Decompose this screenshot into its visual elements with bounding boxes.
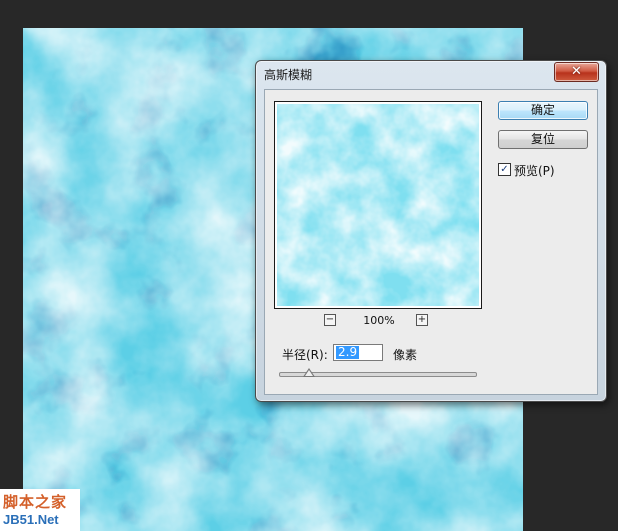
slider-thumb-highlight bbox=[305, 370, 313, 376]
close-button[interactable]: ✕ bbox=[554, 62, 599, 82]
watermark-text-cn: 脚本之家 bbox=[3, 494, 68, 511]
zoom-level: 100% bbox=[363, 314, 395, 327]
ok-button[interactable]: 确定 bbox=[498, 101, 588, 120]
photoshop-workspace: 脚本之家 JB51.Net 高斯模糊 ✕ − 100% + 确定 复位 ✓ 预览… bbox=[0, 0, 618, 531]
zoom-controls: − 100% + bbox=[274, 314, 482, 328]
gaussian-blur-dialog: 高斯模糊 ✕ − 100% + 确定 复位 ✓ 预览(P) 半径(R): 2.9… bbox=[255, 60, 607, 402]
dialog-title-bar[interactable]: 高斯模糊 ✕ bbox=[256, 61, 606, 85]
watermark-text-en: JB51.Net bbox=[3, 512, 59, 527]
close-icon: ✕ bbox=[571, 64, 582, 79]
radius-input[interactable]: 2.9 bbox=[333, 344, 383, 361]
dialog-body: − 100% + 确定 复位 ✓ 预览(P) 半径(R): 2.9 像素 bbox=[264, 89, 598, 395]
plus-icon[interactable]: + bbox=[416, 314, 428, 326]
preview-checkbox-label[interactable]: 预览(P) bbox=[514, 162, 555, 179]
radius-unit-label: 像素 bbox=[393, 348, 418, 362]
radius-label: 半径(R): bbox=[282, 348, 328, 362]
preview-image bbox=[277, 104, 479, 306]
checkmark-icon[interactable]: ✓ bbox=[498, 163, 511, 176]
preview-window[interactable] bbox=[274, 101, 482, 309]
radius-value: 2.9 bbox=[336, 345, 360, 359]
minus-icon[interactable]: − bbox=[324, 314, 336, 326]
dialog-title: 高斯模糊 bbox=[264, 68, 313, 82]
site-watermark: 脚本之家 JB51.Net bbox=[0, 489, 80, 531]
reset-button[interactable]: 复位 bbox=[498, 130, 588, 149]
